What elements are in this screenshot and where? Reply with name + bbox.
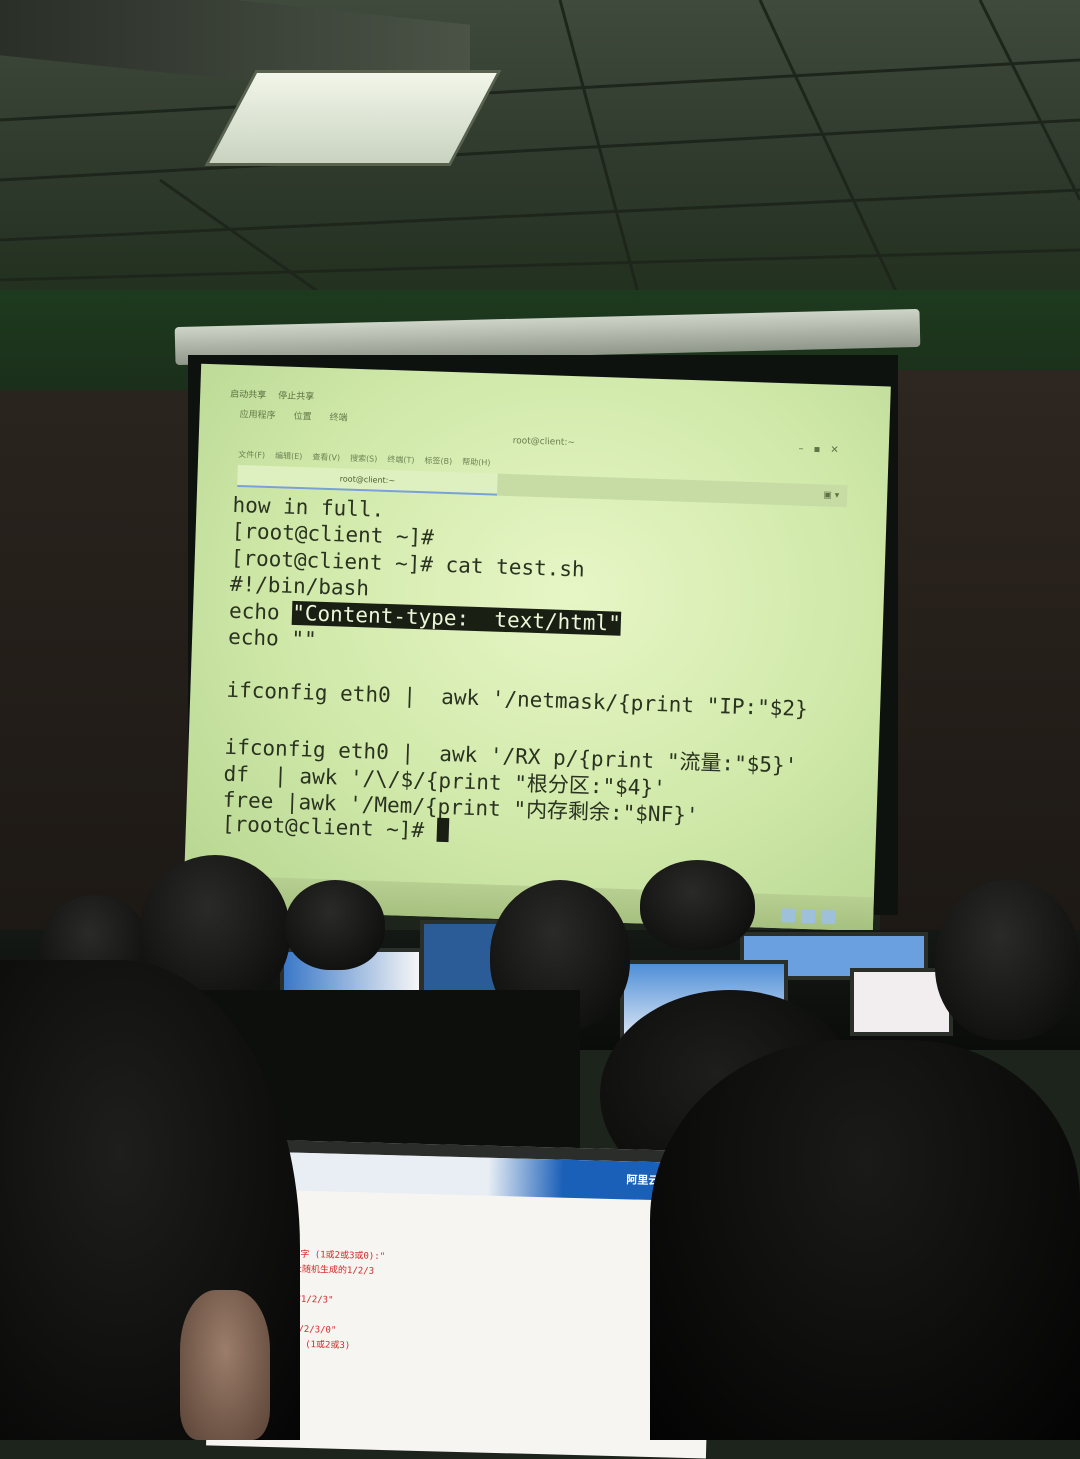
projected-desktop: 启动共享 停止共享 应用程序 位置 终端 root@client:~ –▪✕ 文… (183, 363, 891, 932)
tray-icon[interactable] (821, 909, 836, 925)
menu-places[interactable]: 位置 (293, 409, 312, 426)
menu-file[interactable]: 文件(F) (238, 449, 265, 461)
student-head (640, 860, 755, 950)
menu-tabs[interactable]: 标签(B) (424, 455, 452, 467)
menu-view[interactable]: 查看(V) (312, 451, 340, 463)
launcher-stop-share[interactable]: 停止共享 (278, 388, 314, 402)
menu-search[interactable]: 搜索(S) (350, 453, 378, 465)
terminal-line: #!/bin/bash (229, 571, 370, 601)
student-head (935, 880, 1080, 1040)
student-head (285, 880, 385, 970)
menu-terminal[interactable]: 终端 (329, 410, 348, 427)
wall-panel-left (0, 390, 200, 950)
wall-panel-right (880, 370, 1080, 950)
student-hand (180, 1290, 270, 1440)
tab-second[interactable] (497, 473, 848, 508)
tab-menu-icon[interactable]: ▣ ▾ (823, 490, 839, 501)
terminal-output[interactable]: how in full. [root@client ~]# [root@clie… (221, 493, 853, 883)
tray-icon[interactable] (781, 908, 796, 923)
system-tray (781, 908, 851, 926)
menu-help[interactable]: 帮助(H) (462, 456, 491, 468)
launcher-start-share[interactable]: 启动共享 (230, 386, 266, 400)
terminal-line: how in full. (232, 492, 385, 522)
maximize-icon[interactable]: ▪ (813, 444, 830, 456)
terminal-line: echo "" (227, 624, 318, 652)
terminal-line: [root@client ~]# (231, 518, 435, 550)
echo-keyword: echo (228, 598, 293, 625)
foreground-head-right (650, 1040, 1080, 1440)
tray-icon[interactable] (801, 908, 816, 924)
window-controls[interactable]: –▪✕ (798, 444, 849, 457)
selected-text: "Content-type: text/html" (291, 600, 622, 636)
ceiling-light (204, 70, 502, 166)
menu-applications[interactable]: 应用程序 (239, 407, 276, 424)
ceiling (0, 0, 1080, 300)
minimize-icon[interactable]: – (798, 444, 813, 455)
tab-root-client[interactable]: root@client:~ (237, 464, 498, 496)
close-icon[interactable]: ✕ (830, 445, 849, 457)
menu-terminal-t[interactable]: 终端(T) (387, 454, 414, 466)
text-cursor (436, 817, 450, 843)
menu-edit[interactable]: 编辑(E) (275, 450, 303, 462)
terminal-line: ifconfig eth0 | awk '/netmask/{print "IP… (226, 677, 809, 722)
prompt-text: [root@client ~]# (221, 811, 438, 843)
